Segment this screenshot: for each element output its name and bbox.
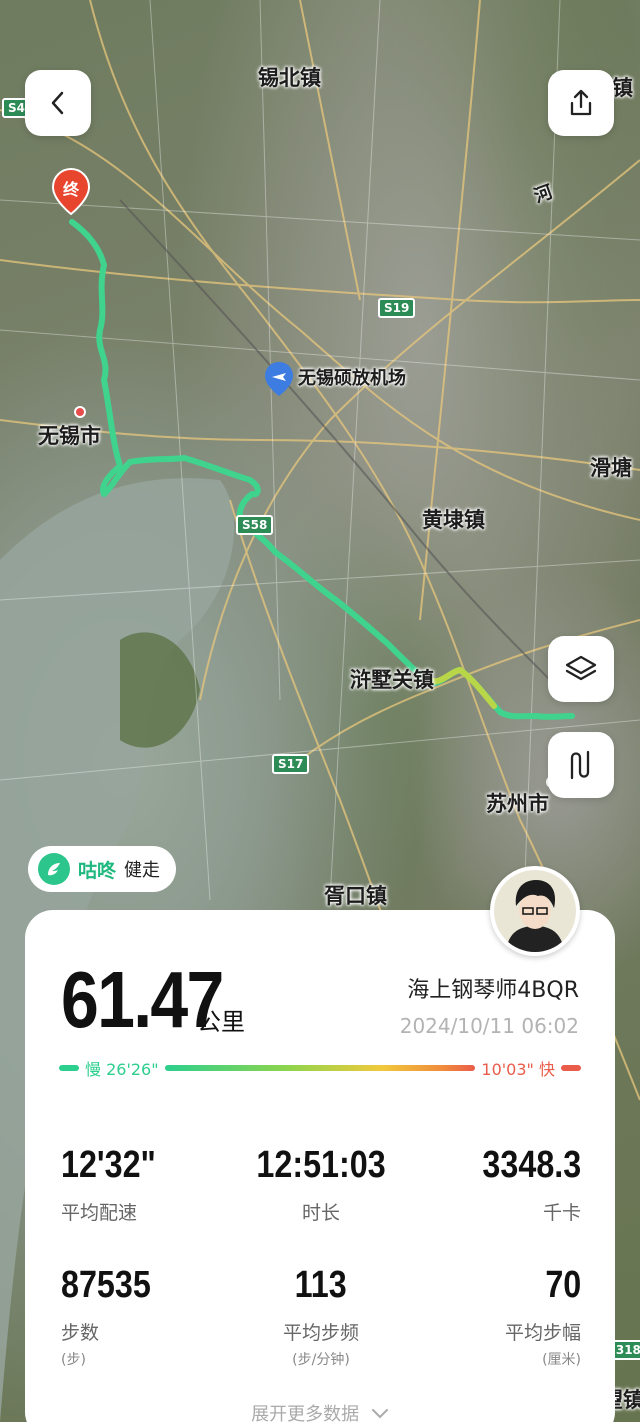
stat-duration: 12:51:03 时长 (236, 1146, 406, 1225)
pace-legend: 慢 26'26" 10'03" 快 (59, 1056, 581, 1080)
map-label-xukou: 胥口镇 (324, 884, 387, 908)
map-label-tangshan: 滑塘 (590, 456, 632, 480)
share-button[interactable] (548, 70, 614, 136)
stat-unit: (厘米) (542, 1352, 581, 1368)
user-avatar-image (494, 870, 576, 952)
stat-steps: 87535 步数 (步) (61, 1266, 231, 1369)
stat-label: 平均步幅 (504, 1322, 581, 1344)
stat-unit: (步/分钟) (292, 1352, 350, 1368)
airport-icon (265, 362, 293, 396)
codoon-logo-icon (38, 853, 70, 885)
road-shield-s19: S19 (378, 298, 416, 318)
workout-datetime: 2024/10/11 06:02 (399, 1014, 579, 1038)
layers-icon (565, 655, 597, 681)
route-replay-button[interactable] (548, 732, 614, 798)
stat-label: 时长 (301, 1202, 340, 1224)
map-label-suzhou: 苏州市 (486, 792, 549, 816)
brand-name: 咕咚 (78, 859, 117, 882)
stat-value: 113 (294, 1264, 348, 1306)
map-label-huangtai: 黄埭镇 (422, 508, 485, 532)
route-end-marker[interactable]: 终 (52, 168, 90, 216)
map-label-xushuguan: 浒墅关镇 (350, 668, 434, 692)
avatar[interactable] (490, 866, 580, 956)
stat-label: 千卡 (542, 1202, 581, 1224)
stat-value: 12'32" (61, 1144, 156, 1186)
road-shield-s17: S17 (272, 754, 310, 774)
workout-summary-card: 61.47 公里 海上钢琴师4BQR 2024/10/11 06:02 慢 26… (25, 910, 615, 1422)
chevron-down-icon (371, 1409, 388, 1419)
username[interactable]: 海上钢琴师4BQR (407, 972, 579, 1004)
pace-fast-label: 10'03" 快 (481, 1060, 555, 1079)
activity-mode: 健走 (124, 860, 161, 881)
road-shield-s58: S58 (236, 515, 274, 535)
stat-value: 70 (545, 1264, 581, 1306)
distance-unit: 公里 (197, 1008, 245, 1036)
map-label-edge-zhen-top: 镇 (612, 76, 633, 100)
stat-value: 87535 (61, 1264, 151, 1306)
route-icon (570, 750, 590, 780)
expand-more-data-button[interactable]: 展开更多数据 (25, 1400, 615, 1422)
share-icon (570, 89, 592, 116)
pace-slow-label: 慢 26'26" (85, 1060, 159, 1079)
stat-cadence: 113 平均步频 (步/分钟) (236, 1266, 406, 1369)
map-label-airport: 无锡硕放机场 (298, 368, 406, 389)
stat-label: 平均配速 (61, 1202, 138, 1224)
chevron-left-icon (51, 91, 64, 115)
stat-calories: 3348.3 千卡 (411, 1146, 581, 1225)
map-label-wuxi-city: 无锡市 (38, 424, 101, 448)
stat-label: 步数 (61, 1322, 100, 1344)
map-label-xibei: 锡北镇 (258, 66, 321, 90)
stat-value: 3348.3 (482, 1144, 581, 1186)
stat-label: 平均步频 (282, 1322, 359, 1344)
pace-gradient-bar (164, 1065, 476, 1071)
stats-row-2: 87535 步数 (步) 113 平均步频 (步/分钟) 70 平均步幅 (厘米… (61, 1266, 581, 1369)
map-layers-button[interactable] (548, 636, 614, 702)
pace-fast-dot (561, 1065, 581, 1071)
stats-row-1: 12'32" 平均配速 12:51:03 时长 3348.3 千卡 (61, 1146, 581, 1225)
pace-slow-dot (59, 1065, 79, 1071)
stat-unit: (步) (61, 1352, 86, 1368)
back-button[interactable] (25, 70, 91, 136)
stat-value: 12:51:03 (256, 1144, 386, 1186)
stat-stride: 70 平均步幅 (厘米) (411, 1266, 581, 1369)
stat-avg-pace: 12'32" 平均配速 (61, 1146, 231, 1225)
end-marker-label: 终 (62, 180, 79, 199)
expand-label: 展开更多数据 (251, 1404, 360, 1422)
brand-badge: 咕咚 健走 (28, 846, 177, 892)
